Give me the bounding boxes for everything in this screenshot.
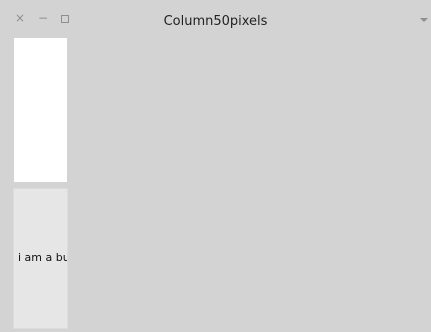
- window-title: Column50pixels: [163, 14, 268, 29]
- column-container: i am a button: [13, 38, 68, 330]
- window-menu-caret-icon[interactable]: [420, 18, 428, 22]
- title-bar[interactable]: × − Column50pixels: [0, 0, 431, 34]
- white-panel: [14, 38, 67, 182]
- app-window: × − Column50pixels i am a button: [0, 0, 431, 332]
- column-button-label: i am a button: [18, 251, 67, 264]
- column-button[interactable]: i am a button: [13, 188, 68, 329]
